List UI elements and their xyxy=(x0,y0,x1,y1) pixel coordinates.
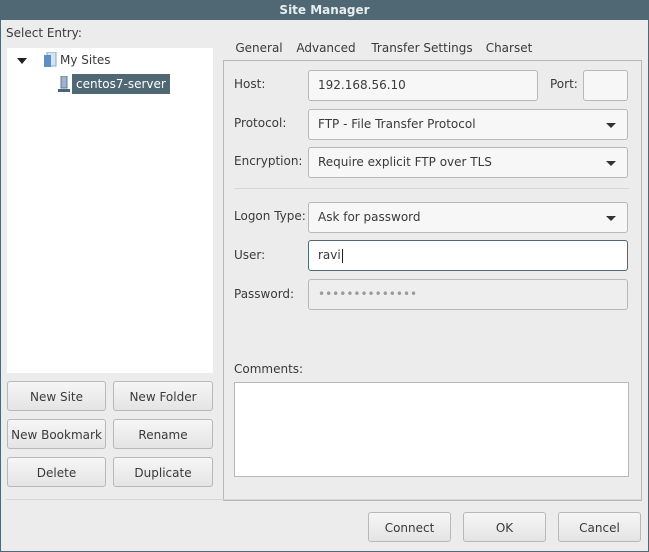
expand-arrow-icon[interactable] xyxy=(17,58,27,64)
tree-node-my-sites[interactable]: My Sites xyxy=(7,50,207,70)
site-manager-window: Site Manager Select Entry: My Sites cent… xyxy=(0,0,649,552)
logon-type-label: Logon Type: xyxy=(234,209,306,223)
host-label: Host: xyxy=(234,77,266,91)
new-bookmark-button[interactable]: New Bookmark xyxy=(7,419,106,449)
cancel-button[interactable]: Cancel xyxy=(558,512,641,542)
chevron-down-icon xyxy=(606,123,616,128)
encryption-select[interactable]: Require explicit FTP over TLS xyxy=(308,147,628,178)
dialog-body: Select Entry: My Sites centos7-server Ne… xyxy=(1,20,648,551)
tab-advanced[interactable]: Advanced xyxy=(294,36,358,60)
connect-button[interactable]: Connect xyxy=(368,512,451,542)
delete-button[interactable]: Delete xyxy=(7,457,106,487)
tab-charset[interactable]: Charset xyxy=(482,36,536,60)
protocol-select[interactable]: FTP - File Transfer Protocol xyxy=(308,109,628,140)
user-label: User: xyxy=(234,248,266,262)
comments-label: Comments: xyxy=(234,362,304,376)
password-input[interactable]: •••••••••••••• xyxy=(308,279,628,310)
new-site-button[interactable]: New Site xyxy=(7,381,106,411)
protocol-value: FTP - File Transfer Protocol xyxy=(318,117,476,131)
server-icon xyxy=(58,76,70,92)
tree-label-my-sites: My Sites xyxy=(60,53,111,67)
tab-transfer-settings[interactable]: Transfer Settings xyxy=(367,36,477,60)
site-tree[interactable]: My Sites centos7-server xyxy=(7,48,213,373)
protocol-label: Protocol: xyxy=(234,116,287,130)
window-title: Site Manager xyxy=(0,0,649,20)
text-cursor xyxy=(341,248,343,263)
user-value: ravi xyxy=(318,248,341,262)
folder-icon xyxy=(44,52,57,67)
logon-type-select[interactable]: Ask for password xyxy=(308,202,628,233)
password-label: Password: xyxy=(234,287,295,301)
host-input[interactable]: 192.168.56.10 xyxy=(308,70,538,101)
select-entry-label: Select Entry: xyxy=(6,26,82,40)
chevron-down-icon xyxy=(606,216,616,221)
port-label: Port: xyxy=(550,77,578,91)
new-folder-button[interactable]: New Folder xyxy=(113,381,213,411)
separator xyxy=(234,188,629,189)
duplicate-button[interactable]: Duplicate xyxy=(113,457,213,487)
chevron-down-icon xyxy=(606,161,616,166)
footer-separator xyxy=(6,499,643,500)
tree-label-centos7-server: centos7-server xyxy=(72,74,170,94)
comments-textarea[interactable] xyxy=(234,382,629,477)
encryption-value: Require explicit FTP over TLS xyxy=(318,155,492,169)
logon-type-value: Ask for password xyxy=(318,210,421,224)
ok-button[interactable]: OK xyxy=(463,512,546,542)
encryption-label: Encryption: xyxy=(234,154,303,168)
tab-general[interactable]: General xyxy=(227,36,291,62)
general-tab-panel: Host: 192.168.56.10 Port: Protocol: FTP … xyxy=(223,60,642,501)
port-input[interactable] xyxy=(583,70,628,101)
rename-button[interactable]: Rename xyxy=(113,419,213,449)
user-input[interactable]: ravi xyxy=(308,240,628,271)
tree-node-centos7-server[interactable]: centos7-server xyxy=(7,74,207,94)
